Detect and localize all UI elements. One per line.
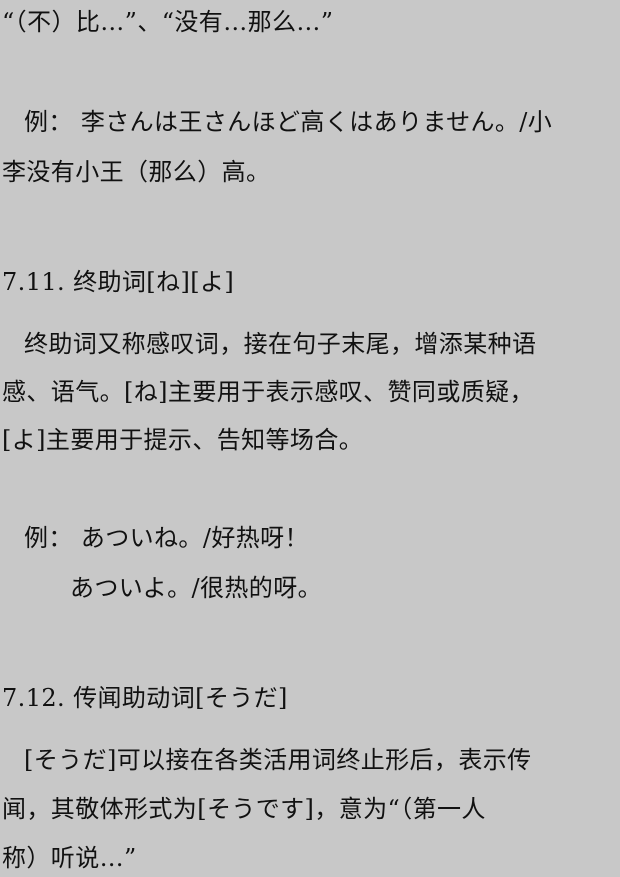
example-2-line-2: あついよ。/很热的呀。 <box>70 574 323 602</box>
example-1-line-2: 李没有小王（那么）高。 <box>2 158 271 186</box>
example-1-line-1: 例： 李さんは王さんほど高くはありません。/小 <box>24 108 553 136</box>
document-page: “（不）比…”、“没有…那么…” 例： 李さんは王さんほど高くはありません。/小… <box>0 0 620 877</box>
example-2-line-1: 例： あついね。/好热呀！ <box>24 524 309 552</box>
section-7-11-paragraph-line-2: 感、语气。[ね]主要用于表示感叹、赞同或质疑， <box>2 378 534 406</box>
section-7-12-paragraph-line-3: 称）听说…” <box>2 844 137 872</box>
section-7-11-paragraph-line-3: [よ]主要用于提示、告知等场合。 <box>2 426 364 454</box>
section-7-11-paragraph-line-1: 终助词又称感叹词，接在句子末尾，增添某种语 <box>24 330 537 358</box>
section-7-12-heading: 7.12. 传闻助动词[そうだ] <box>2 684 288 712</box>
section-7-11-heading: 7.11. 终助词[ね][よ] <box>2 268 235 296</box>
section-7-12-paragraph-line-1: [そうだ]可以接在各类活用词终止形后，表示传 <box>24 746 532 774</box>
comparison-pattern-line: “（不）比…”、“没有…那么…” <box>2 8 334 36</box>
section-7-12-paragraph-line-2: 闻，其敬体形式为[そうです]，意为“（第一人 <box>2 795 486 823</box>
